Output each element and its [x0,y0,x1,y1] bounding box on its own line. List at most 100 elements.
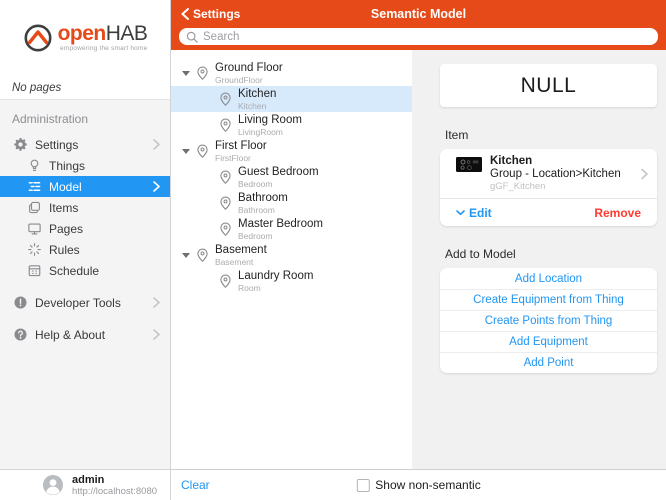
create-points-from-thing-button[interactable]: Create Points from Thing [440,310,657,331]
main-area: Semantic Model Settings Ground FloorGrou… [171,0,666,500]
location-pin-icon [193,66,211,80]
tree-node-sublabel: Room [238,283,313,293]
help-icon [12,327,28,343]
tree-node-label: Laundry Room [238,270,313,282]
tree-node-basement[interactable]: BasementBasement [171,242,412,268]
back-button[interactable]: Settings [181,7,240,21]
tree-node-sublabel: Bathroom [238,205,288,215]
item-id: gGF_Kitchen [490,181,649,193]
item-thumbnail [456,157,482,172]
add-point-button[interactable]: Add Point [440,352,657,373]
openhab-logo-icon [23,23,53,53]
sidebar-item-help-about[interactable]: Help & About [0,324,170,345]
page-title: Semantic Model [171,7,666,21]
sidebar-item-label: Schedule [49,264,162,278]
tree-node-label: Kitchen [238,88,276,100]
add-to-model-card: Add LocationCreate Equipment from ThingC… [440,268,657,373]
chevron-right-icon [153,181,160,192]
tree-node-bathroom[interactable]: BathroomBathroom [171,190,412,216]
item-row[interactable]: Kitchen Group - Location>Kitchen gGF_Kit… [440,149,657,198]
bottom-toolbar: Clear Show non-semantic [171,469,666,500]
sidebar-menu: Administration Settings Things Model Items P… [0,100,170,469]
location-pin-icon [193,248,211,262]
clear-button[interactable]: Clear [181,478,210,492]
username: admin [72,474,157,486]
location-pin-icon [216,92,234,106]
openhab-app-window: openHAB empowering the smart home No pag… [0,0,666,500]
rules-icon [26,242,42,258]
logo-tagline: empowering the smart home [60,45,147,52]
sidebar-item-label: Model [49,180,153,194]
tree-node-guest-bedroom[interactable]: Guest BedroomBedroom [171,164,412,190]
show-non-semantic-checkbox[interactable] [356,479,369,492]
sidebar-item-things[interactable]: Things [0,155,170,176]
tree-node-sublabel: Bedroom [238,231,323,241]
sidebar-item-model[interactable]: Model [0,176,170,197]
tree-node-sublabel: FirstFloor [215,153,267,163]
location-pin-icon [216,274,234,288]
tree-node-sublabel: Bedroom [238,179,319,189]
avatar [43,475,63,495]
chevron-right-icon [153,139,160,150]
sidebar-item-items[interactable]: Items [0,197,170,218]
sidebar-item-label: Rules [49,243,162,257]
add-location-button[interactable]: Add Location [440,268,657,289]
tree-node-sublabel: GroundFloor [215,75,283,85]
sidebar-item-rules[interactable]: Rules [0,239,170,260]
sidebar-menu-items: Settings Things Model Items Pages Rules Schedu… [0,134,170,345]
caret-down-icon[interactable] [179,253,193,258]
caret-down-icon[interactable] [179,149,193,154]
tree-node-kitchen[interactable]: KitchenKitchen [171,86,412,112]
sidebar-section-label: Administration [0,108,170,134]
chevron-right-icon [153,297,160,308]
state-value-card: NULL [440,64,657,107]
tree-node-label: Living Room [238,114,302,126]
show-non-semantic-control: Show non-semantic [356,478,480,492]
show-non-semantic-label: Show non-semantic [375,478,480,492]
sidebar-item-label: Pages [49,222,162,236]
location-pin-icon [216,118,234,132]
tree-node-label: Basement [215,244,267,256]
developer-tools-icon [12,295,28,311]
sidebar-item-settings[interactable]: Settings [0,134,170,155]
sidebar-item-label: Settings [35,138,153,152]
sidebar-item-label: Things [49,159,162,173]
tree-node-laundry-room[interactable]: Laundry RoomRoom [171,268,412,294]
caret-down-icon[interactable] [179,71,193,76]
item-card: Kitchen Group - Location>Kitchen gGF_Kit… [440,149,657,226]
item-name: Kitchen [490,155,649,168]
items-icon [26,200,42,216]
tree-node-first-floor[interactable]: First FloorFirstFloor [171,138,412,164]
edit-button[interactable]: Edit [456,206,492,220]
search-bar [171,28,666,50]
search-box [179,28,658,45]
tree-node-label: Bathroom [238,192,288,204]
openhab-logo: openHAB empowering the smart home [23,23,148,53]
tree-node-master-bedroom[interactable]: Master BedroomBedroom [171,216,412,242]
sidebar-item-pages[interactable]: Pages [0,218,170,239]
sidebar-item-label: Developer Tools [35,296,153,310]
tree-node-sublabel: LivingRoom [238,127,302,137]
sidebar-footer[interactable]: admin http://localhost:8080 [0,469,170,500]
remove-button[interactable]: Remove [594,206,641,220]
tree-node-ground-floor[interactable]: Ground FloorGroundFloor [171,60,412,86]
chevron-left-icon [181,8,189,20]
tree-node-sublabel: Kitchen [238,101,276,111]
sidebar-item-label: Items [49,201,162,215]
sidebar: openHAB empowering the smart home No pag… [0,0,171,500]
chevron-right-icon [153,329,160,340]
sidebar-item-label: Help & About [35,328,153,342]
add-equipment-button[interactable]: Add Equipment [440,331,657,352]
tree-node-living-room[interactable]: Living RoomLivingRoom [171,112,412,138]
sidebar-item-schedule[interactable]: Schedule [0,260,170,281]
location-pin-icon [193,144,211,158]
location-pin-icon [216,196,234,210]
create-equipment-from-thing-button[interactable]: Create Equipment from Thing [440,289,657,310]
topbar: Semantic Model Settings [171,0,666,28]
search-icon [186,31,198,43]
lightbulb-icon [26,158,42,174]
sidebar-item-developer-tools[interactable]: Developer Tools [0,292,170,313]
search-input[interactable] [203,28,651,45]
server-url: http://localhost:8080 [72,486,157,497]
tree-node-label: Guest Bedroom [238,166,319,178]
